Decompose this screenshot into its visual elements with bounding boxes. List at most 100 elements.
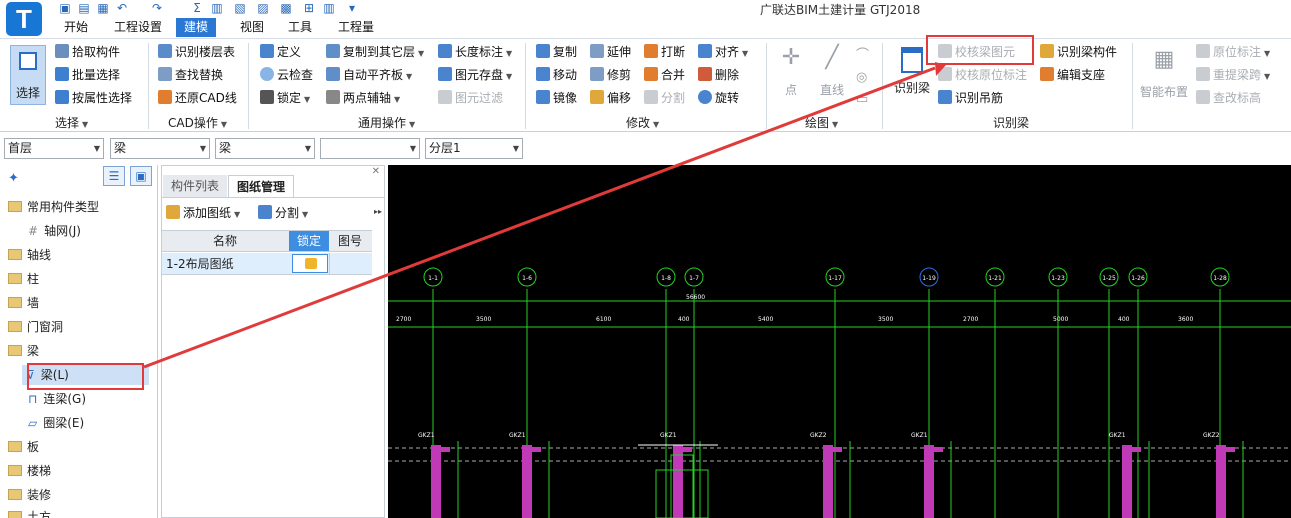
new-icon[interactable]: ▤ (77, 1, 91, 15)
column-drawing-no-header[interactable]: 图号 (330, 231, 370, 251)
align-button[interactable]: 对齐 ▼ (698, 42, 748, 62)
expand-icon[interactable]: ✦ (8, 171, 19, 186)
extend-button[interactable]: 延伸 (590, 42, 631, 62)
menu-tools[interactable]: 工具 (280, 18, 320, 37)
rotate-button[interactable]: 旋转 (698, 88, 739, 108)
menu-quantity[interactable]: 工程量 (330, 18, 382, 37)
settings-icon[interactable]: ▩ (279, 1, 293, 15)
mirror-button[interactable]: 镜像 (536, 88, 577, 108)
tree-common-types[interactable]: 常用构件类型 (8, 197, 99, 217)
check-original-mark-button[interactable]: 校核原位标注 (938, 65, 1027, 85)
point-icon: ✛ (781, 45, 801, 70)
report-icon[interactable]: ▧ (233, 1, 247, 15)
tree-beam[interactable]: 梁 (8, 341, 39, 361)
tree-stairs[interactable]: 楼梯 (8, 461, 51, 481)
menu-view[interactable]: 视图 (232, 18, 272, 37)
move-button[interactable]: 移动 (536, 65, 577, 85)
pick-component-button[interactable]: 拾取构件 (55, 42, 120, 62)
group-common-label[interactable]: 通用操作 ▼ (358, 114, 415, 131)
menu-project-settings[interactable]: 工程设置 (106, 18, 170, 37)
copy-to-floor-button[interactable]: 复制到其它层 ▼ (326, 42, 424, 62)
component-name-select[interactable]: ▼ (320, 138, 420, 159)
list-view-icon[interactable]: ☰ (103, 166, 125, 186)
sum-icon[interactable]: Σ (190, 1, 204, 15)
calc-icon[interactable]: ▥ (210, 1, 224, 15)
original-mark-button[interactable]: 原位标注 ▼ (1196, 42, 1270, 62)
batch-select-button[interactable]: 批量选择 (55, 65, 120, 85)
component-subtype-select[interactable]: 梁 ▼ (215, 138, 315, 159)
component-type-select[interactable]: 梁 ▼ (110, 138, 210, 159)
column-lock-header[interactable]: 锁定 (289, 231, 329, 251)
redo-icon[interactable]: ↷ (150, 1, 164, 15)
edit-support-button[interactable]: 编辑支座 (1040, 65, 1105, 85)
re-extract-span-button[interactable]: 重提梁跨 ▼ (1196, 65, 1270, 85)
open-icon[interactable]: ▦ (96, 1, 110, 15)
layer-select[interactable]: 分层1 ▼ (425, 138, 523, 159)
element-filter-button[interactable]: 图元过滤 (438, 88, 503, 108)
lock-cell[interactable] (292, 254, 328, 273)
menu-start[interactable]: 开始 (56, 18, 96, 37)
group-modify-label[interactable]: 修改 ▼ (626, 114, 659, 131)
tab-drawing-management[interactable]: 图纸管理 (228, 175, 295, 197)
menu-modeling[interactable]: 建模 (176, 18, 217, 37)
restore-cad-button[interactable]: 还原CAD线 (158, 88, 237, 108)
tree-decoration[interactable]: 装修 (8, 485, 51, 505)
save-element-button[interactable]: 图元存盘 ▼ (438, 65, 512, 85)
tab-component-list[interactable]: 构件列表 (163, 175, 228, 197)
tree-link-beam[interactable]: ⊓ 连梁(G) (28, 389, 86, 409)
total-dimension: 56600 (686, 294, 705, 301)
length-dim-button[interactable]: 长度标注 ▼ (438, 42, 512, 62)
table-row[interactable]: 1-2布局图纸 (162, 253, 372, 275)
trim-button[interactable]: 修剪 (590, 65, 631, 85)
column-name-header[interactable]: 名称 (162, 231, 288, 251)
delete-button[interactable]: 删除 (698, 65, 739, 85)
split-button[interactable]: 分割 (644, 88, 685, 108)
customize-icon[interactable]: ▾ (345, 1, 359, 15)
close-icon[interactable]: ✕ (372, 166, 380, 177)
lock-button[interactable]: 锁定 ▼ (260, 88, 310, 108)
check-height-button[interactable]: 查改标高 (1196, 88, 1261, 108)
line-button[interactable]: ╱ 直线 (814, 43, 850, 103)
break-button[interactable]: 打断 (644, 42, 685, 62)
tree-axis-line[interactable]: 轴线 (8, 245, 51, 265)
offset-button[interactable]: 偏移 (590, 88, 631, 108)
group-draw-label[interactable]: 绘图 ▼ (805, 114, 838, 131)
group-cad-label[interactable]: CAD操作 ▼ (168, 114, 227, 131)
split-drawing-button[interactable]: 分割 ▼ (258, 203, 308, 223)
tree-wall[interactable]: 墙 (8, 293, 39, 313)
layout-icon[interactable]: ⊞ (302, 1, 316, 15)
tree-slab[interactable]: 板 (8, 437, 39, 457)
cad-canvas[interactable]: 1-1 1-6 1-8 1-7 1-17 1-19 1-21 1-23 1-25 1-26 1-28… (388, 165, 1291, 518)
tree-column[interactable]: 柱 (8, 269, 39, 289)
identify-floor-table-button[interactable]: 识别楼层表 (158, 42, 235, 62)
two-point-axis-button[interactable]: 两点辅轴 ▼ (326, 88, 400, 108)
point-button[interactable]: ✛ 点 (776, 43, 806, 103)
auto-align-slab-button[interactable]: 自动平齐板 ▼ (326, 65, 412, 85)
column-mark (929, 447, 943, 452)
identify-beam-component-button[interactable]: 识别梁构件 (1040, 42, 1117, 62)
find-replace-button[interactable]: 查找替换 (158, 65, 223, 85)
more-icon[interactable]: ▸▸ (374, 207, 382, 216)
select-by-attr-button[interactable]: 按属性选择 (55, 88, 132, 108)
tree-door-window[interactable]: 门窗洞 (8, 317, 63, 337)
floor-icon[interactable]: ▥ (322, 1, 336, 15)
tree-ring-beam[interactable]: ▱ 圈梁(E) (28, 413, 84, 433)
smart-layout-button[interactable]: ▦ 智能布置 (1138, 43, 1190, 113)
save-icon[interactable]: ▣ (58, 1, 72, 15)
merge-button[interactable]: 合并 (644, 65, 685, 85)
select-button[interactable]: 选择 (10, 45, 46, 105)
add-drawing-button[interactable]: 添加图纸 ▼ (166, 203, 240, 223)
group-select-label[interactable]: 选择 ▼ (55, 114, 88, 131)
cad-drawing[interactable]: 1-1 1-6 1-8 1-7 1-17 1-19 1-21 1-23 1-25 1-26 1-28… (388, 165, 1291, 518)
arc-icons[interactable]: ⌒ ◎ ▭ (856, 45, 869, 111)
tree-axis-grid[interactable]: # 轴网(J) (28, 221, 81, 241)
view-icon[interactable]: ▨ (256, 1, 270, 15)
identify-hanger-button[interactable]: 识别吊筋 (938, 88, 1003, 108)
copy-button[interactable]: 复制 (536, 42, 577, 62)
card-view-icon[interactable]: ▣ (130, 166, 152, 186)
cloud-check-button[interactable]: 云检查 (260, 65, 313, 85)
tree-earthwork[interactable]: 土方 (8, 507, 51, 518)
floor-select[interactable]: 首层 ▼ (4, 138, 104, 159)
undo-icon[interactable]: ↶ (115, 1, 129, 15)
define-button[interactable]: 定义 (260, 42, 301, 62)
